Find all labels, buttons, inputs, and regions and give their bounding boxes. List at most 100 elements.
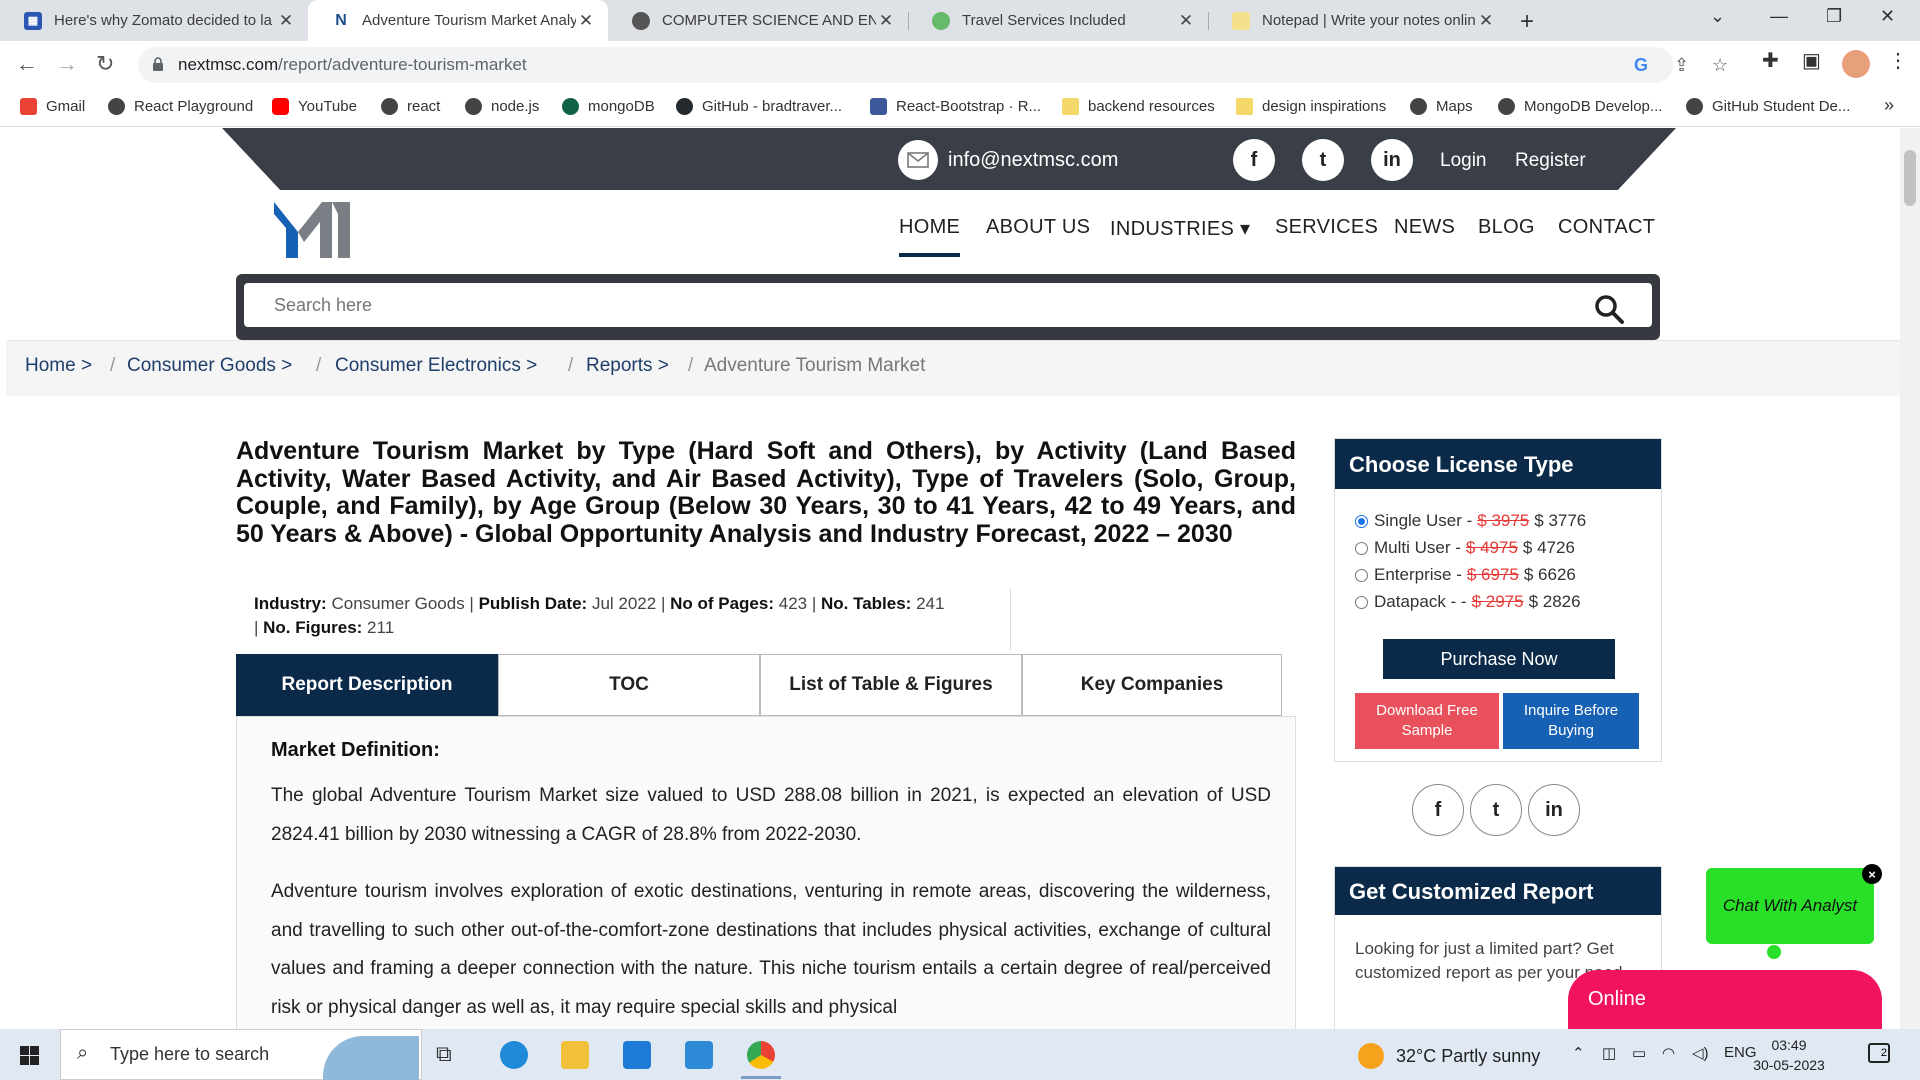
email-link[interactable]: info@nextmsc.com xyxy=(898,140,1118,180)
radio-button[interactable] xyxy=(1355,514,1368,528)
linkedin-icon[interactable]: in xyxy=(1371,139,1413,181)
breadcrumb-consumer-electronics[interactable]: Consumer Electronics > xyxy=(335,355,537,377)
close-tab-icon[interactable]: ✕ xyxy=(576,11,596,31)
radio-button[interactable] xyxy=(1355,595,1368,609)
nextmsc-logo[interactable] xyxy=(272,198,352,258)
share-icon[interactable]: ⇪ xyxy=(1674,55,1689,76)
mail-icon[interactable] xyxy=(623,1041,651,1069)
nav-news[interactable]: NEWS xyxy=(1394,216,1455,239)
tab-list-of-tables-figures[interactable]: List of Table & Figures xyxy=(760,654,1022,716)
close-tab-icon[interactable]: ✕ xyxy=(1476,11,1496,31)
download-sample-button[interactable]: Download Free Sample xyxy=(1355,693,1499,749)
chrome-icon[interactable] xyxy=(747,1041,775,1069)
share-linkedin-icon[interactable]: in xyxy=(1528,784,1580,836)
facebook-icon[interactable]: f xyxy=(1233,139,1275,181)
forward-arrow-icon[interactable]: → xyxy=(56,51,78,77)
wifi-icon[interactable]: ◠ xyxy=(1662,1044,1675,1062)
tab-search-icon[interactable]: ⌄ xyxy=(1710,6,1725,27)
scrollbar-thumb[interactable] xyxy=(1904,150,1916,206)
close-tab-icon[interactable]: ✕ xyxy=(876,11,896,31)
back-arrow-icon[interactable]: ← xyxy=(16,51,38,77)
radio-button[interactable] xyxy=(1355,541,1368,555)
close-tab-icon[interactable]: ✕ xyxy=(1176,11,1196,31)
side-panel-icon[interactable]: ▣ xyxy=(1802,48,1821,73)
profile-avatar[interactable] xyxy=(1842,50,1870,78)
browser-tab[interactable]: COMPUTER SCIENCE AND ENGIN ✕ xyxy=(608,0,908,41)
nav-contact[interactable]: CONTACT xyxy=(1558,216,1655,239)
bookmark-item[interactable]: MongoDB Develop... xyxy=(1498,98,1662,115)
tab-report-description[interactable]: Report Description xyxy=(236,654,498,716)
bookmark-folder[interactable]: backend resources xyxy=(1062,98,1215,115)
license-option-datapack[interactable]: Datapack - - $ 2975 $ 2826 xyxy=(1355,592,1581,612)
breadcrumb-consumer-goods[interactable]: Consumer Goods > xyxy=(127,355,292,377)
extensions-puzzle-icon[interactable]: ✚ xyxy=(1762,48,1779,73)
chat-with-analyst-button[interactable]: Chat With Analyst xyxy=(1706,868,1874,944)
windows-start-icon[interactable] xyxy=(20,1046,39,1065)
tab-toc[interactable]: TOC xyxy=(498,654,760,716)
browser-tab-active[interactable]: N Adventure Tourism Market Analy ✕ xyxy=(308,0,608,41)
tab-key-companies[interactable]: Key Companies xyxy=(1022,654,1282,716)
nav-services[interactable]: SERVICES xyxy=(1275,216,1378,239)
maximize-icon[interactable]: ❐ xyxy=(1826,6,1842,27)
browser-tab[interactable]: Notepad | Write your notes onlin ✕ xyxy=(1208,0,1508,41)
bookmark-item[interactable]: React Playground xyxy=(108,98,253,115)
bookmark-item[interactable]: YouTube xyxy=(272,98,357,115)
twitter-icon[interactable]: t xyxy=(1302,139,1344,181)
google-lens-icon[interactable]: G xyxy=(1634,55,1648,76)
page-scrollbar[interactable] xyxy=(1900,128,1920,1029)
nav-home[interactable]: HOME xyxy=(899,216,961,257)
bookmark-item[interactable]: Gmail xyxy=(20,98,85,115)
minimize-icon[interactable]: — xyxy=(1770,6,1788,27)
notification-center-icon[interactable]: 2 xyxy=(1868,1043,1890,1063)
nav-blog[interactable]: BLOG xyxy=(1478,216,1535,239)
kebab-menu-icon[interactable]: ⋮ xyxy=(1888,48,1908,73)
share-facebook-icon[interactable]: f xyxy=(1412,784,1464,836)
browser-tab[interactable]: ▦ Here's why Zomato decided to la ✕ xyxy=(0,0,308,41)
vscode-icon[interactable] xyxy=(685,1041,713,1069)
register-link[interactable]: Register xyxy=(1515,150,1586,172)
edge-icon[interactable] xyxy=(500,1041,528,1069)
tray-chevron-icon[interactable]: ⌃ xyxy=(1572,1044,1585,1062)
bookmark-star-icon[interactable]: ☆ xyxy=(1712,55,1728,76)
purchase-now-button[interactable]: Purchase Now xyxy=(1383,639,1615,679)
address-toolbar: ← → ↻ nextmsc.com/report/adventure-touri… xyxy=(0,41,1920,89)
more-bookmarks-chevron-icon[interactable]: » xyxy=(1884,95,1894,116)
close-chat-icon[interactable]: × xyxy=(1862,864,1882,884)
radio-button[interactable] xyxy=(1355,568,1368,582)
task-view-icon[interactable]: ⧉ xyxy=(436,1041,452,1067)
weather-widget[interactable]: 32°C Partly sunny xyxy=(1358,1043,1540,1069)
login-link[interactable]: Login xyxy=(1440,150,1487,172)
bookmark-item[interactable]: GitHub - bradtraver... xyxy=(676,98,842,115)
bookmark-item[interactable]: React-Bootstrap · R... xyxy=(870,98,1041,115)
bookmark-item[interactable]: react xyxy=(381,98,440,115)
volume-icon[interactable]: ◁) xyxy=(1692,1044,1709,1062)
bookmark-item[interactable]: node.js xyxy=(465,98,539,115)
nav-industries[interactable]: INDUSTRIES ▾ xyxy=(1110,216,1250,241)
browser-tab[interactable]: Travel Services Included ✕ xyxy=(908,0,1208,41)
breadcrumb-home[interactable]: Home > xyxy=(25,355,92,377)
breadcrumb-reports[interactable]: Reports > xyxy=(586,355,669,377)
nav-about-us[interactable]: ABOUT US xyxy=(986,216,1090,239)
reload-icon[interactable]: ↻ xyxy=(96,51,114,77)
battery-icon[interactable]: ▭ xyxy=(1632,1044,1646,1062)
bookmark-item[interactable]: GitHub Student De... xyxy=(1686,98,1850,115)
bookmark-item[interactable]: mongoDB xyxy=(562,98,655,115)
bookmark-item[interactable]: Maps xyxy=(1410,98,1473,115)
system-clock[interactable]: 03:49 30-05-2023 xyxy=(1752,1035,1826,1075)
taskbar-search-box[interactable]: ⌕ Type here to search xyxy=(60,1029,422,1080)
search-input[interactable] xyxy=(244,283,1652,327)
new-tab-icon[interactable]: + xyxy=(1520,8,1534,36)
share-twitter-icon[interactable]: t xyxy=(1470,784,1522,836)
search-icon[interactable] xyxy=(1594,294,1624,324)
bookmark-folder[interactable]: design inspirations xyxy=(1236,98,1386,115)
license-option-single[interactable]: Single User - $ 3975 $ 3776 xyxy=(1355,511,1586,531)
inquire-before-buying-button[interactable]: Inquire Before Buying xyxy=(1503,693,1639,749)
file-explorer-icon[interactable] xyxy=(561,1041,589,1069)
address-bar[interactable]: nextmsc.com/report/adventure-tourism-mar… xyxy=(138,47,1728,83)
meet-now-icon[interactable]: ◫ xyxy=(1602,1044,1616,1062)
online-chat-button[interactable]: Online xyxy=(1568,970,1882,1029)
license-option-enterprise[interactable]: Enterprise - $ 6975 $ 6626 xyxy=(1355,565,1576,585)
license-option-multi[interactable]: Multi User - $ 4975 $ 4726 xyxy=(1355,538,1575,558)
close-window-icon[interactable]: ✕ xyxy=(1880,6,1895,27)
close-tab-icon[interactable]: ✕ xyxy=(276,11,296,31)
